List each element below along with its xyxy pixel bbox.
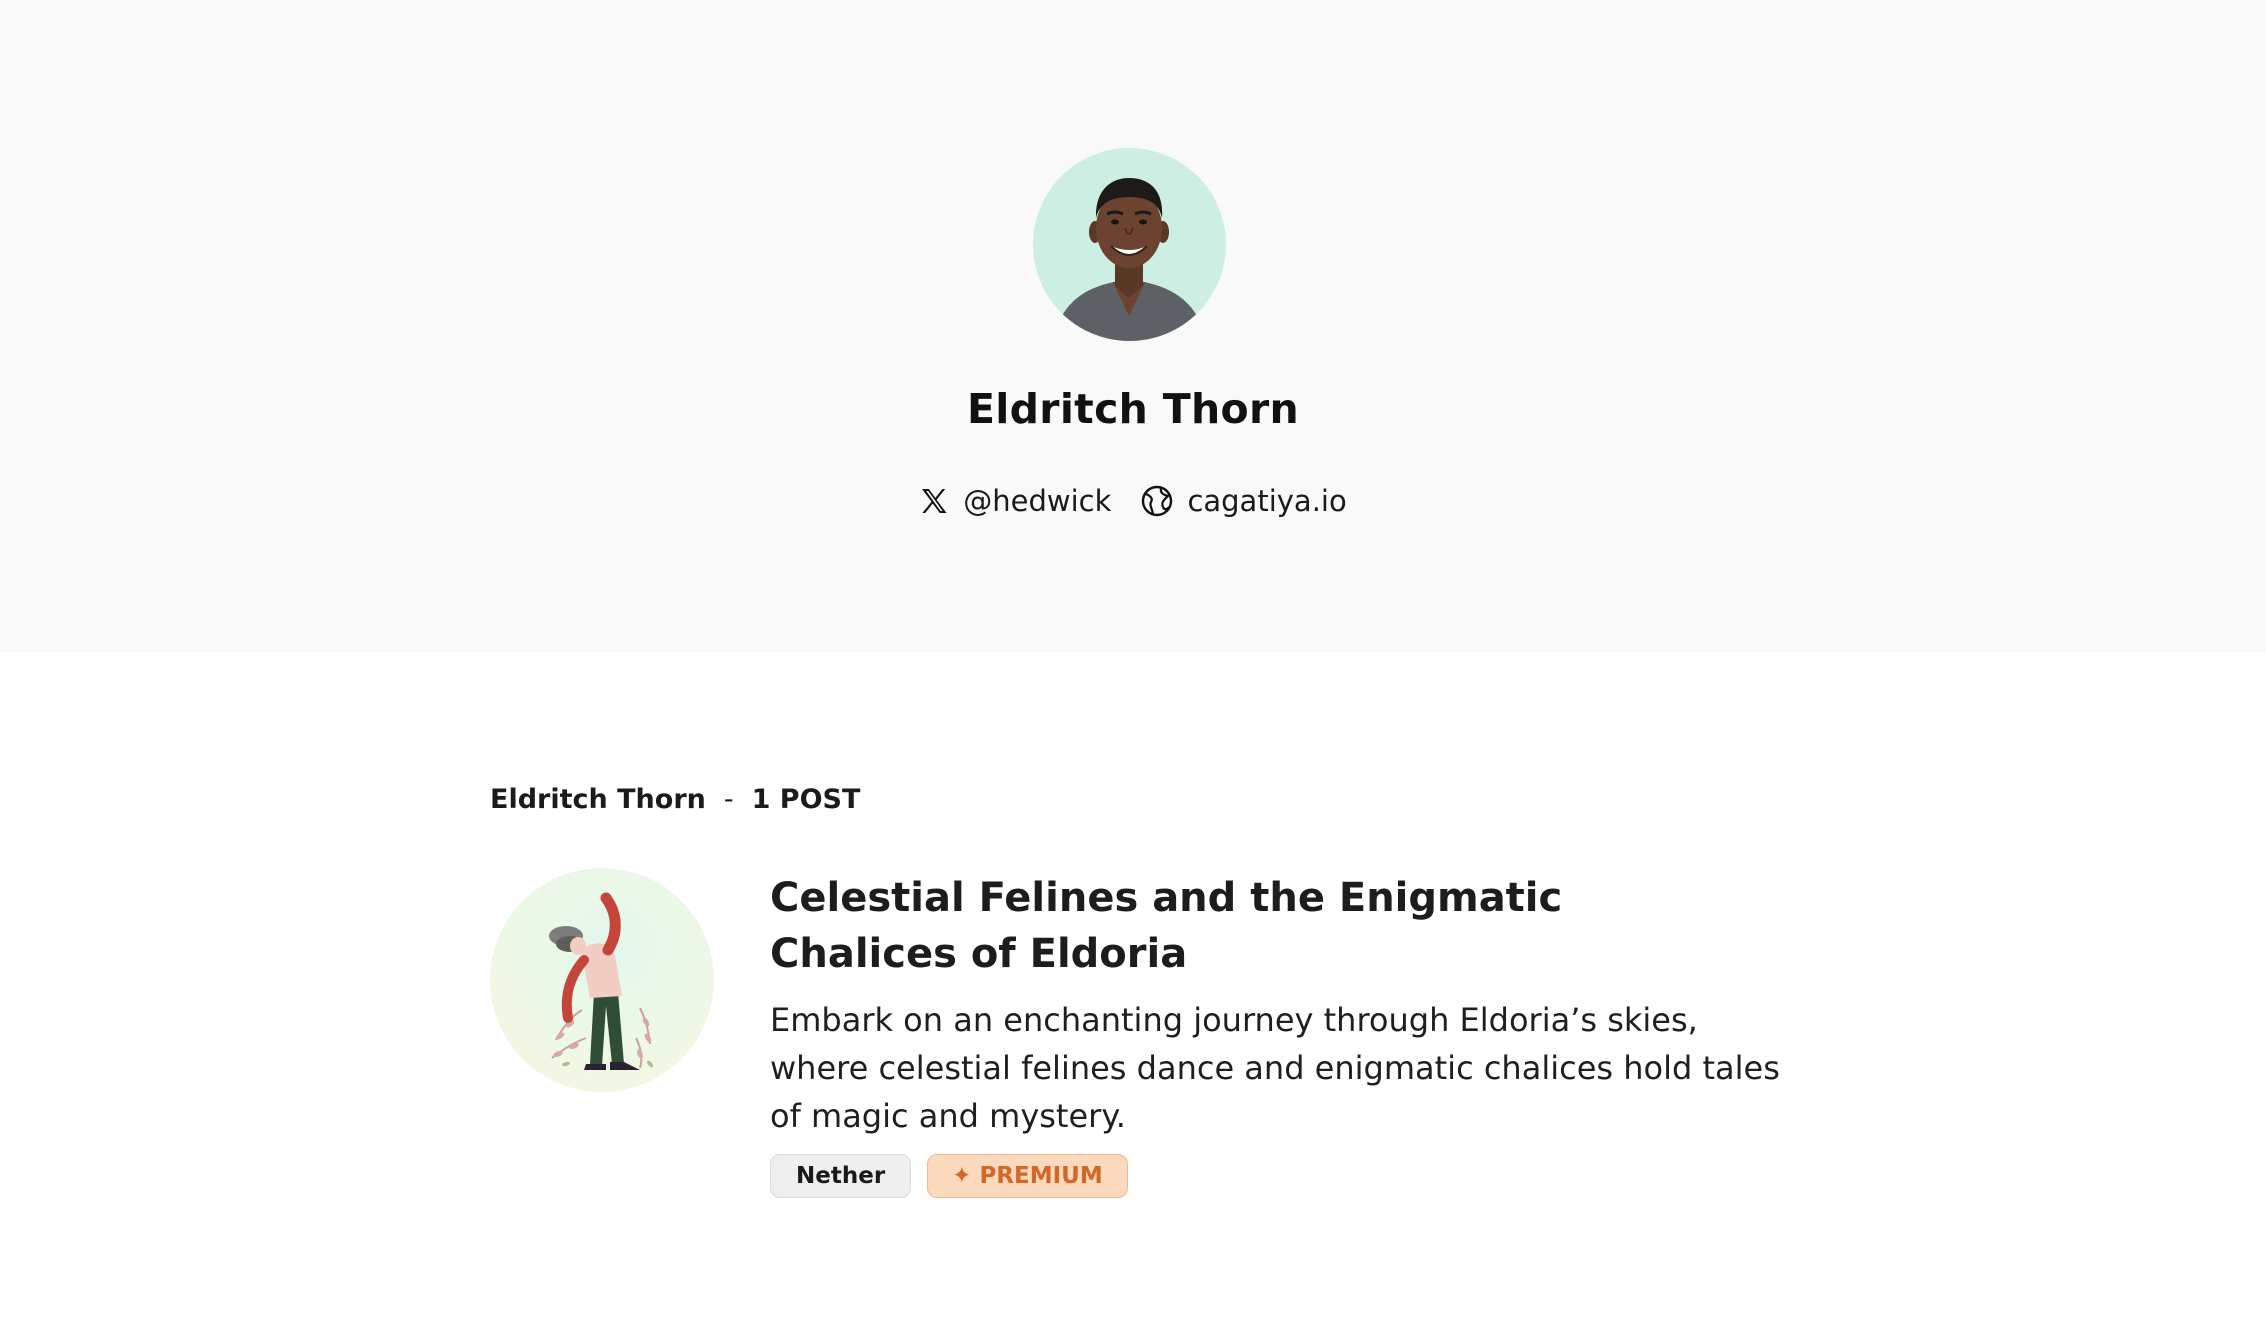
website-url: cagatiya.io — [1187, 484, 1347, 518]
post-tags: Nether ✦ PREMIUM — [770, 1154, 1780, 1198]
posts-count: 1 POST — [751, 784, 861, 815]
profile-header: Eldritch Thorn @hedwick cagatiya.io — [0, 0, 2266, 652]
x-logo-icon — [919, 486, 949, 516]
posts-author: Eldritch Thorn — [490, 784, 706, 815]
post-thumbnail[interactable] — [490, 868, 714, 1092]
post-excerpt: Embark on an enchanting journey through … — [770, 1001, 1780, 1135]
globe-icon — [1141, 485, 1173, 517]
tag-nether[interactable]: Nether — [770, 1154, 912, 1198]
profile-name: Eldritch Thorn — [967, 385, 1299, 433]
post-body: Celestial Felines and the Enigmatic Chal… — [770, 868, 1780, 1198]
tag-label: Nether — [796, 1163, 886, 1189]
person-avatar-icon — [1053, 178, 1206, 341]
social-links: @hedwick cagatiya.io — [0, 484, 2266, 518]
sparkle-icon: ✦ — [952, 1163, 972, 1189]
tag-premium[interactable]: ✦ PREMIUM — [927, 1154, 1128, 1198]
x-profile-link[interactable]: @hedwick — [919, 484, 1111, 518]
profile-avatar[interactable] — [1033, 148, 1226, 341]
x-handle: @hedwick — [963, 484, 1112, 518]
website-link[interactable]: cagatiya.io — [1141, 484, 1347, 518]
posts-separator: - — [723, 784, 734, 815]
tag-label: PREMIUM — [979, 1163, 1103, 1189]
post-title[interactable]: Celestial Felines and the Enigmatic Chal… — [770, 868, 1750, 982]
dancer-illustration-icon — [549, 892, 653, 1070]
posts-header: Eldritch Thorn - 1 POST — [490, 784, 860, 815]
